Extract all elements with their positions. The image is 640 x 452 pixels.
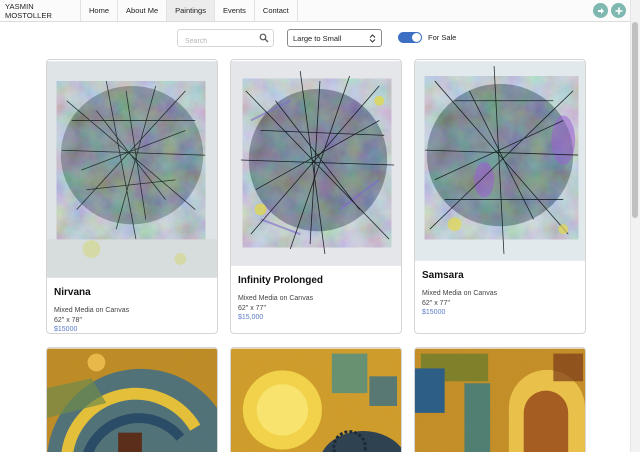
search-box xyxy=(177,29,274,50)
painting-card[interactable] xyxy=(414,347,586,452)
add-button[interactable] xyxy=(611,3,626,18)
nav-item-paintings[interactable]: Paintings xyxy=(166,0,214,21)
painting-image-nirvana[interactable] xyxy=(47,60,217,279)
painting-card-nirvana[interactable]: Nirvana Mixed Media on Canvas 62" x 78" … xyxy=(46,59,218,334)
sort-select[interactable]: Large to Small xyxy=(287,29,382,47)
nav-item-contact[interactable]: Contact xyxy=(253,0,298,21)
painting-title[interactable]: Nirvana xyxy=(54,287,210,298)
painting-price: $15000 xyxy=(54,326,78,333)
painting-image[interactable] xyxy=(415,348,585,452)
painting-card[interactable] xyxy=(46,347,218,452)
chevron-updown-icon xyxy=(369,34,376,43)
nav-item-home[interactable]: Home xyxy=(80,0,117,21)
painting-image[interactable] xyxy=(231,348,401,452)
plus-icon xyxy=(615,7,622,14)
painting-title[interactable]: Infinity Prolonged xyxy=(238,275,394,286)
painting-medium: Mixed Media on Canvas xyxy=(238,295,314,302)
painting-medium: Mixed Media on Canvas xyxy=(54,307,130,314)
top-navbar: YASMIN MOSTOLLER Home About Me Paintings… xyxy=(0,0,630,22)
painting-dimensions: 62" x 77" xyxy=(422,299,450,307)
search-icon[interactable] xyxy=(259,33,269,43)
painting-dimensions: 62" x 78" xyxy=(54,316,82,324)
painting-price: $15,000 xyxy=(238,314,264,321)
painting-card[interactable] xyxy=(230,347,402,452)
nav-item-events[interactable]: Events xyxy=(213,0,254,21)
painting-card-samsara[interactable]: Samsara Mixed Media on Canvas 62" x 77" … xyxy=(414,59,586,334)
painting-dimensions: 62" x 77" xyxy=(238,304,266,312)
painting-image-samsara[interactable] xyxy=(415,60,585,262)
nav-item-about-me[interactable]: About Me xyxy=(117,0,166,21)
share-icon xyxy=(597,7,604,14)
scrollbar-thumb[interactable] xyxy=(632,22,638,218)
toggle-knob xyxy=(412,33,421,42)
painting-image[interactable] xyxy=(47,348,217,452)
painting-price: $15000 xyxy=(422,309,446,316)
site-brand[interactable]: YASMIN MOSTOLLER xyxy=(0,0,80,21)
painting-title[interactable]: Samsara xyxy=(422,270,578,281)
sort-select-value: Large to Small xyxy=(293,33,342,43)
painting-image-infinity-prolonged[interactable] xyxy=(231,60,401,267)
painting-medium: Mixed Media on Canvas xyxy=(422,290,498,297)
for-sale-label: For Sale xyxy=(428,33,457,42)
share-button[interactable] xyxy=(593,3,608,18)
for-sale-toggle[interactable] xyxy=(398,32,422,43)
search-input[interactable] xyxy=(178,33,256,50)
painting-card-infinity-prolonged[interactable]: Infinity Prolonged Mixed Media on Canvas… xyxy=(230,59,402,334)
